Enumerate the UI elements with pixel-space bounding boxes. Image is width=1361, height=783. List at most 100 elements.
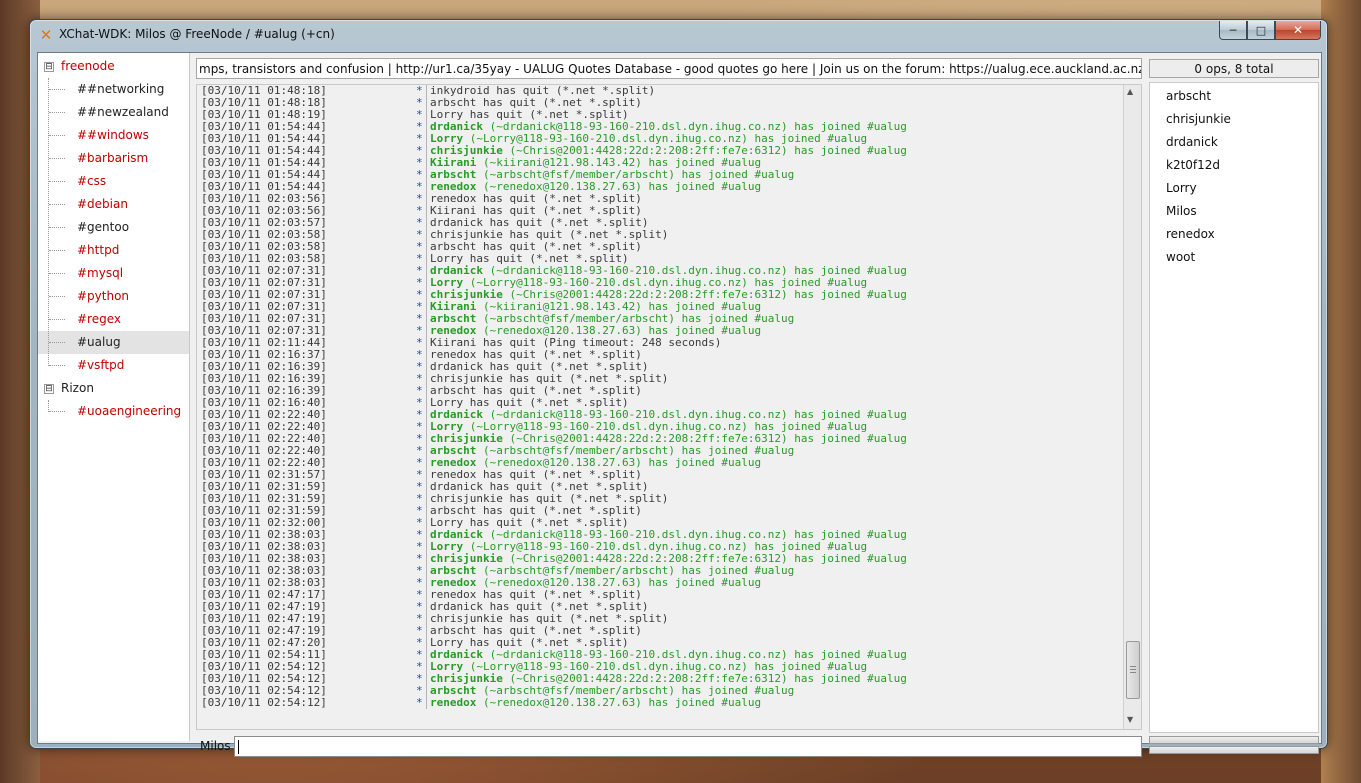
column-separator — [426, 697, 427, 709]
column-separator — [426, 133, 427, 145]
channel-label: ##newzealand — [77, 105, 169, 119]
user-list-item[interactable]: drdanick — [1166, 131, 1218, 154]
tree-channel-item[interactable]: #barbarism — [38, 147, 189, 170]
column-separator — [426, 457, 427, 469]
userlist-bar[interactable] — [1149, 736, 1319, 744]
user-list[interactable]: arbscht chrisjunkie drdanick k2t0f12d Lorry M… — [1149, 82, 1319, 733]
user-list-item[interactable]: arbscht — [1166, 85, 1211, 108]
tree-connector — [49, 250, 65, 251]
column-separator — [426, 217, 427, 229]
message-input[interactable] — [234, 736, 1142, 757]
column-separator — [426, 661, 427, 673]
chat-line-quit: [03/10/11 02:31:59] * arbscht has quit (*.… — [201, 505, 1121, 517]
tree-server-rizon[interactable]: ⊟ Rizon — [38, 377, 189, 400]
tree-channel-item[interactable]: #httpd — [38, 239, 189, 262]
tree-connector — [49, 112, 65, 113]
chat-line-quit: [03/10/11 02:16:39] * chrisjunkie has quit… — [201, 373, 1121, 385]
tree-channel-item[interactable]: #python — [38, 285, 189, 308]
chat-line-quit: [03/10/11 02:11:44] * Kiirani has quit (Pi… — [201, 337, 1121, 349]
scrollbar-thumb[interactable] — [1126, 641, 1140, 699]
channel-label: #regex — [77, 312, 121, 326]
tree-connector — [49, 204, 65, 205]
chat-line-quit: [03/10/11 02:03:56] * Kiirani has quit (*.… — [201, 205, 1121, 217]
window-controls: ─ □ ✕ — [1219, 21, 1321, 40]
tree-connector — [49, 411, 65, 412]
tree-channel-item[interactable]: #mysql — [38, 262, 189, 285]
chat-line-join: [03/10/11 02:22:40] * renedox (~renedox@12… — [201, 457, 1121, 469]
channel-tree[interactable]: ⊟ freenode ##networking ##newzealand ##windo… — [38, 53, 190, 741]
tree-channel-item[interactable]: #gentoo — [38, 216, 189, 239]
channel-label: #vsftpd — [77, 358, 125, 372]
column-separator — [426, 637, 427, 649]
title-bar[interactable]: ✕ XChat-WDK: Milos @ FreeNode / #ualug (… — [30, 20, 1327, 50]
chat-line-quit: [03/10/11 02:31:59] * chrisjunkie has quit… — [201, 493, 1121, 505]
chat-text-area[interactable]: [03/10/11 01:48:18] * inkydroid has quit (… — [196, 84, 1142, 730]
timestamp: [03/10/11 02:54:12] — [201, 696, 327, 709]
chat-line-quit: [03/10/11 02:47:19] * chrisjunkie has quit… — [201, 613, 1121, 625]
scroll-down-icon[interactable]: ▼ — [1127, 715, 1133, 724]
column-separator — [426, 169, 427, 181]
column-separator — [426, 361, 427, 373]
join-detail: (~renedox@120.138.27.63) has joined #ual… — [476, 696, 762, 709]
tree-connector — [48, 78, 49, 366]
column-separator — [426, 85, 427, 97]
tree-channel-item[interactable]: #ualug — [38, 331, 189, 354]
tree-connector — [49, 296, 65, 297]
maximize-icon: □ — [1255, 23, 1267, 37]
column-separator — [426, 193, 427, 205]
tree-connector — [49, 273, 65, 274]
collapse-icon[interactable]: ⊟ — [44, 384, 54, 394]
column-separator — [426, 433, 427, 445]
tree-channel-item[interactable]: #regex — [38, 308, 189, 331]
chat-line-join: [03/10/11 02:54:12] * renedox (~renedox@12… — [201, 697, 1121, 709]
column-separator — [426, 181, 427, 193]
tree-channel-item[interactable]: #css — [38, 170, 189, 193]
column-separator — [426, 337, 427, 349]
text-caret — [238, 740, 239, 754]
user-count-summary: 0 ops, 8 total — [1149, 59, 1319, 78]
chat-scrollbar[interactable]: ▲ ▼ — [1123, 85, 1141, 729]
chat-line-quit: [03/10/11 02:03:58] * arbscht has quit (*.… — [201, 241, 1121, 253]
user-list-item[interactable]: k2t0f12d — [1166, 154, 1220, 177]
user-list-item[interactable]: chrisjunkie — [1166, 108, 1231, 131]
column-separator — [426, 493, 427, 505]
collapse-icon[interactable]: ⊟ — [44, 62, 54, 72]
close-button[interactable]: ✕ — [1275, 21, 1321, 40]
maximize-button[interactable]: □ — [1247, 21, 1275, 40]
xchat-logo-icon: ✕ — [39, 26, 53, 44]
chat-line-quit: [03/10/11 02:16:39] * arbscht has quit (*.… — [201, 385, 1121, 397]
tree-channel-item[interactable]: #debian — [38, 193, 189, 216]
user-list-item[interactable]: woot — [1166, 246, 1195, 269]
column-separator — [426, 373, 427, 385]
tree-server-freenode[interactable]: ⊟ freenode — [38, 55, 189, 78]
channel-label: #gentoo — [77, 220, 130, 234]
scroll-up-icon[interactable]: ▲ — [1127, 87, 1133, 96]
nick-button[interactable]: Milos — [200, 739, 231, 753]
column-separator — [426, 685, 427, 697]
tree-connector — [49, 227, 65, 228]
column-separator — [426, 589, 427, 601]
chat-line-quit: [03/10/11 02:03:56] * renedox has quit (*.… — [201, 193, 1121, 205]
user-list-item[interactable]: renedox — [1166, 223, 1215, 246]
tree-channel-item[interactable]: ##newzealand — [38, 101, 189, 124]
column-separator — [426, 97, 427, 109]
minimize-button[interactable]: ─ — [1219, 21, 1247, 40]
grip-line — [1130, 672, 1136, 673]
topic-bar[interactable]: mps, transistors and confusion | http://… — [196, 58, 1142, 79]
chat-line-join: [03/10/11 01:54:44] * renedox (~renedox@12… — [201, 181, 1121, 193]
user-list-item[interactable]: Milos — [1166, 200, 1197, 223]
tree-channel-item[interactable]: #uoaengineering — [38, 400, 189, 423]
tree-connector — [49, 135, 65, 136]
column-separator — [426, 265, 427, 277]
tree-channel-item[interactable]: #vsftpd — [38, 354, 189, 377]
grip-line — [1130, 666, 1136, 667]
userlist-bar[interactable] — [1149, 746, 1319, 754]
nick[interactable]: renedox — [430, 696, 476, 709]
column-separator — [426, 421, 427, 433]
tree-channel-item[interactable]: ##windows — [38, 124, 189, 147]
user-list-item[interactable]: Lorry — [1166, 177, 1197, 200]
tree-channel-item[interactable]: ##networking — [38, 78, 189, 101]
minimize-icon: ─ — [1229, 23, 1237, 37]
column-separator — [426, 565, 427, 577]
column-separator — [426, 157, 427, 169]
